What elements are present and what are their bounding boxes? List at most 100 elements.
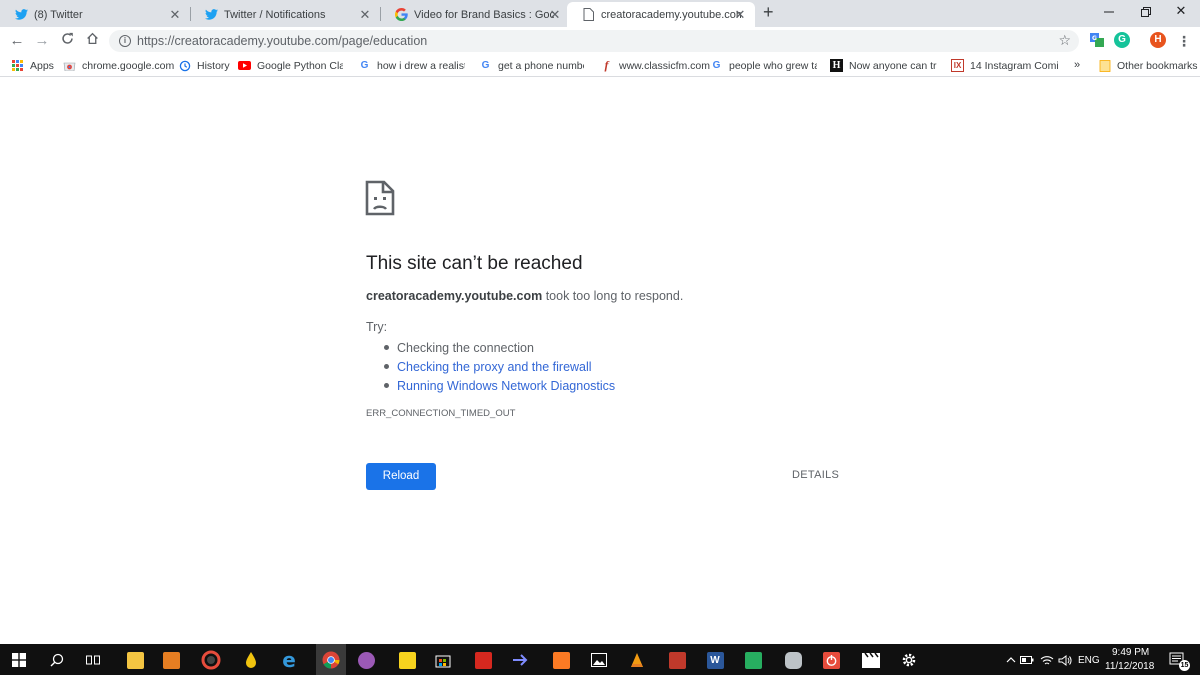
restore-button[interactable] [1131,5,1161,20]
media-player-icon[interactable] [160,649,182,671]
google-icon: G [712,60,721,71]
bookmark-people-tall[interactable]: G people who grew tall [710,59,817,72]
google-icon: G [481,60,490,71]
battery-icon[interactable] [1016,649,1038,671]
clock-time[interactable]: 9:49 PM [1112,647,1149,658]
clock-date[interactable]: 11/12/2018 [1105,661,1154,672]
notifications-icon[interactable]: 15 [1166,649,1190,671]
ix-icon: IX [951,59,964,72]
acrobat-icon[interactable] [472,649,494,671]
suggestion-link-text[interactable]: Running Windows Network Diagnostics [397,379,615,393]
vlc-icon[interactable] [626,649,648,671]
bookmark-other[interactable]: Other bookmarks [1098,59,1198,72]
suggestion-check-proxy-link[interactable]: Checking the proxy and the firewall [384,357,615,376]
close-icon[interactable]: ✕ [358,7,372,23]
app-green-icon[interactable] [742,649,764,671]
tab-creatoracademy-active[interactable]: creatoracademy.youtube.com ✕ [567,2,755,27]
history-icon [178,59,191,72]
tab-title: creatoracademy.youtube.com [601,8,741,21]
classicfm-icon: f [604,58,609,72]
bookmark-label: chrome.google.com [82,59,175,72]
minimize-button[interactable] [1094,5,1124,20]
bookmark-star-icon[interactable]: ☆ [1058,32,1071,49]
error-code: ERR_CONNECTION_TIMED_OUT [366,408,516,419]
bookmark-now-anyone[interactable]: H Now anyone can trai [830,59,937,72]
word-icon[interactable]: W [704,649,726,671]
close-window-button[interactable]: ✕ [1166,3,1196,19]
sad-page-icon [365,180,395,216]
menu-icon[interactable]: ⋮ [1174,31,1194,51]
new-tab-button[interactable]: + [763,2,774,23]
volume-icon[interactable] [1054,649,1076,671]
suggestion-link-text[interactable]: Checking the proxy and the firewall [397,360,592,374]
app-cloud-icon[interactable] [782,649,804,671]
address-bar[interactable]: i https://creatoracademy.youtube.com/pag… [109,30,1079,52]
language-indicator[interactable]: ENG [1078,655,1100,666]
tab-title: Twitter / Notifications [224,8,326,21]
bookmarks-overflow-button[interactable]: » [1074,59,1080,71]
xampp-icon[interactable] [550,649,572,671]
bookmark-label: get a phone number [498,59,584,72]
bookmark-phone-number[interactable]: G get a phone number [479,59,584,72]
store-icon[interactable] [432,649,454,671]
h-icon: H [830,59,843,72]
close-icon[interactable]: ✕ [548,7,562,23]
bookmark-label: people who grew tall [729,59,817,72]
bookmark-classicfm[interactable]: f www.classicfm.com [600,58,711,72]
profile-avatar[interactable]: H [1150,32,1166,48]
search-icon[interactable] [46,649,68,671]
tab-twitter[interactable]: (8) Twitter ✕ [0,2,190,27]
chrome-taskbar-icon[interactable] [316,644,346,675]
bookmark-google-python[interactable]: Google Python Class [238,59,343,72]
forward-button[interactable]: → [32,31,52,51]
suggestion-check-connection: Checking the connection [384,338,615,357]
bullet [384,345,389,350]
youtube-icon [238,59,251,72]
file-explorer-icon[interactable] [124,649,146,671]
notification-count-badge: 15 [1179,660,1190,671]
close-icon[interactable]: ✕ [733,7,747,23]
sticky-notes-icon[interactable] [396,649,418,671]
power-app-icon[interactable] [820,649,842,671]
translate-extension-icon[interactable]: G [1089,32,1105,48]
browser-toolbar: ← → i https://creatoracademy.youtube.com… [0,27,1200,55]
app-drop-icon[interactable] [240,649,262,671]
bullet [384,364,389,369]
suggestion-network-diagnostics-link[interactable]: Running Windows Network Diagnostics [384,376,615,395]
internet-explorer-icon[interactable]: e [278,648,300,672]
bookmark-chrome-store[interactable]: chrome.google.com [63,59,174,72]
photos-icon[interactable] [588,649,610,671]
tab-video-brand-basics[interactable]: Video for Brand Basics : Google ✕ [380,2,570,27]
windows-start-icon[interactable] [8,649,30,671]
tab-twitter-notifications[interactable]: Twitter / Notifications ✕ [190,2,380,27]
info-icon[interactable]: i [119,35,131,47]
bookmark-label: how i drew a realistic [377,59,465,72]
bookmark-label: Apps [30,59,54,72]
bookmark-apps[interactable]: Apps [11,59,54,72]
bookmark-label: History [197,59,230,72]
close-icon[interactable]: ✕ [168,7,182,23]
video-editor-icon[interactable] [860,649,882,671]
settings-icon[interactable] [898,649,920,671]
word-glyph: W [706,651,724,669]
reload-icon[interactable] [57,31,77,51]
app-arrow-icon[interactable] [510,649,532,671]
details-button[interactable]: DETAILS [792,469,839,481]
url-text: https://creatoracademy.youtube.com/page/… [137,34,428,48]
app-dial-icon[interactable] [200,649,222,671]
suggestions-list: Checking the connection Checking the pro… [384,338,615,395]
home-button[interactable] [82,31,102,51]
error-host: creatoracademy.youtube.com [366,289,543,303]
app-red-icon[interactable] [666,649,688,671]
reload-button[interactable]: Reload [366,463,436,490]
app-paint-icon[interactable] [355,649,377,671]
task-view-icon[interactable] [82,649,104,671]
bookmark-instagram-comic[interactable]: IX 14 Instagram Comic [951,59,1058,72]
twitter-icon [14,8,28,22]
grammarly-icon[interactable]: G [1114,32,1130,48]
bookmark-how-i-drew[interactable]: G how i drew a realistic [358,59,465,72]
bookmark-label: www.classicfm.com [619,59,711,72]
bookmark-history[interactable]: History [178,59,230,72]
chrome-store-icon [63,59,76,72]
back-button[interactable]: ← [7,31,27,51]
